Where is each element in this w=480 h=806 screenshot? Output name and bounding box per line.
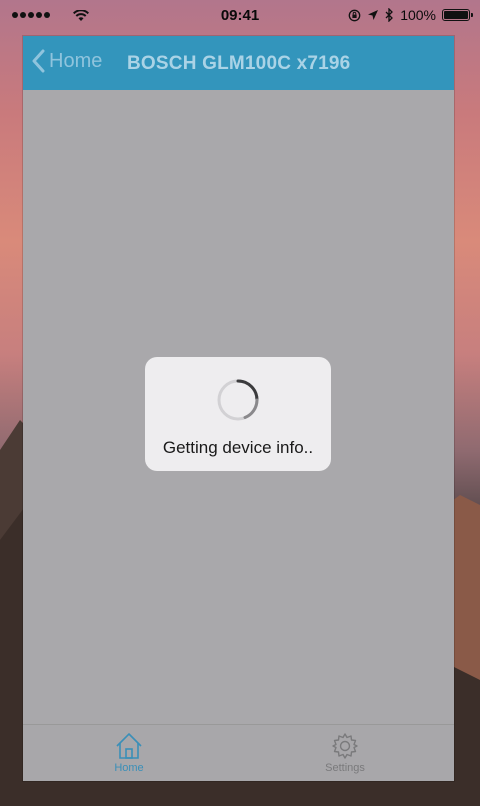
content-area: Getting device info..	[23, 90, 454, 724]
page-title: BOSCH GLM100C x7196	[127, 53, 351, 74]
tab-bar: Home Settings	[23, 724, 454, 781]
tab-home-label: Home	[114, 762, 144, 774]
back-button-label: Home	[49, 49, 103, 72]
battery-percent: 100%	[400, 7, 436, 23]
battery-icon	[442, 9, 473, 21]
navigation-bar: Home BOSCH GLM100C x7196	[23, 36, 454, 90]
orientation-lock-icon	[348, 9, 361, 21]
app-window: Home BOSCH GLM100C x7196 Getting device …	[23, 36, 454, 781]
loading-message: Getting device info..	[162, 438, 314, 457]
bluetooth-icon	[385, 8, 394, 22]
gear-icon	[332, 733, 358, 759]
location-icon	[368, 10, 379, 20]
home-icon	[116, 733, 142, 759]
tab-settings[interactable]: Settings	[295, 731, 395, 774]
loading-hud: Getting device info..	[145, 357, 331, 471]
tab-settings-label: Settings	[325, 762, 365, 774]
activity-spinner-icon	[217, 379, 259, 421]
back-button[interactable]: Home	[31, 49, 102, 73]
status-bar: 09:41 100%	[0, 0, 480, 30]
chevron-left-icon	[32, 49, 45, 73]
tab-home[interactable]: Home	[79, 731, 179, 774]
